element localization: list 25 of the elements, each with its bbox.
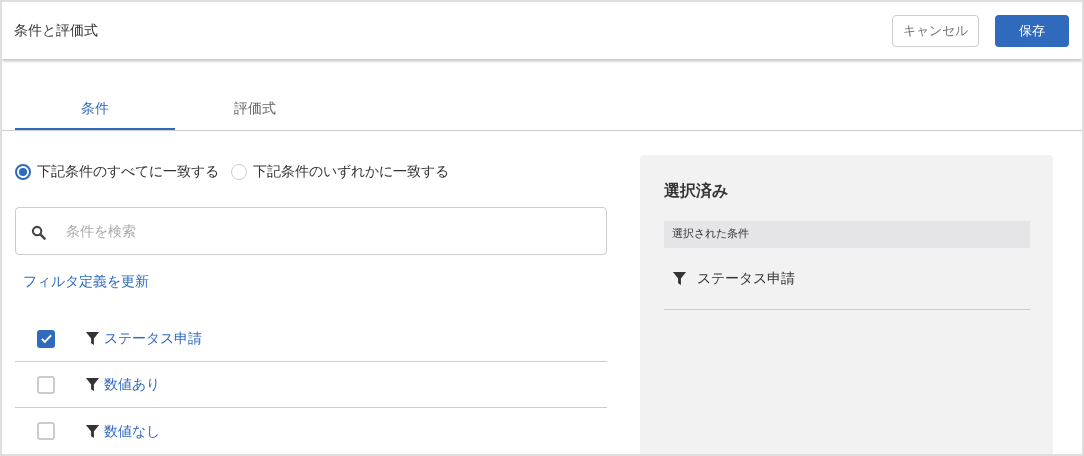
update-filter-link[interactable]: フィルタ定義を更新 <box>23 271 149 292</box>
checkbox[interactable] <box>37 422 55 440</box>
filter-icon <box>85 423 100 439</box>
condition-name[interactable]: ステータス申請 <box>104 328 202 349</box>
cancel-button[interactable]: キャンセル <box>892 14 979 47</box>
filter-icon <box>672 270 687 286</box>
search-field[interactable]: 条件を検索 <box>15 207 607 255</box>
filter-icon <box>85 331 100 346</box>
selected-condition: ステータス申請 <box>697 268 795 288</box>
radio-label: 下記条件のいずれかに一致する <box>253 162 449 181</box>
radio-label: 下記条件のすべてに一致する <box>37 162 219 181</box>
dialog-title: 条件と評価式 <box>14 21 98 40</box>
condition-name[interactable]: 数値あり <box>104 374 160 395</box>
save-button[interactable]: 保存 <box>995 14 1069 47</box>
checkbox[interactable] <box>37 329 55 348</box>
check-icon <box>39 332 53 345</box>
section-header: 選択された条件 <box>664 221 1030 248</box>
filter-icon <box>85 377 100 392</box>
panel-title: 選択済み <box>664 180 729 202</box>
radio-button[interactable] <box>15 163 31 180</box>
condition-name[interactable]: 数値なし <box>104 420 160 442</box>
checkbox[interactable] <box>37 375 55 394</box>
search-icon <box>31 225 46 240</box>
tab[interactable]: 条件 <box>15 88 175 130</box>
tab[interactable]: 評価式 <box>175 88 335 130</box>
